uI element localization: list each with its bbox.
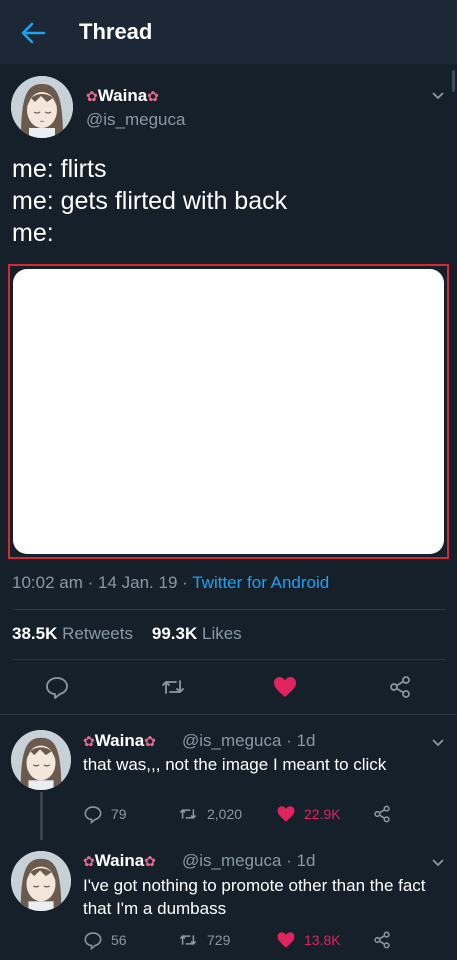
like-count: 13.8K bbox=[304, 932, 341, 948]
chevron-down-icon[interactable] bbox=[431, 88, 445, 100]
reply-icon[interactable] bbox=[83, 804, 103, 824]
like-count-value: 22.9K bbox=[304, 806, 341, 822]
reply-text: that was,,, not the image I meant to cli… bbox=[83, 755, 387, 774]
scrollbar[interactable] bbox=[452, 70, 455, 92]
avatar[interactable] bbox=[11, 76, 73, 138]
reply-name-text: Waina bbox=[94, 731, 145, 750]
tweet-meta: 10:02 am · 14 Jan. 19 · Twitter for Andr… bbox=[12, 573, 329, 593]
retweet-count: 2,020 bbox=[207, 806, 243, 822]
tweet-text-line: me: flirts bbox=[12, 155, 107, 183]
retweet-label: Retweets bbox=[62, 624, 133, 643]
flower-icon: ✿ bbox=[83, 853, 95, 869]
reply-name-text: Waina bbox=[94, 851, 145, 870]
retweet-icon[interactable] bbox=[178, 930, 198, 950]
display-name[interactable]: ✿Waina✿ bbox=[86, 86, 159, 106]
like-count: 22.9K bbox=[304, 806, 341, 822]
like-count-value: 13.8K bbox=[304, 932, 341, 948]
tweet-date: 14 Jan. 19 bbox=[98, 573, 178, 592]
tweet-text-line: me: bbox=[12, 219, 54, 247]
retweet-icon[interactable] bbox=[178, 804, 198, 824]
reply-count: 56 bbox=[111, 932, 127, 948]
share-icon[interactable] bbox=[372, 930, 392, 950]
flower-icon: ✿ bbox=[86, 88, 98, 104]
like-stat[interactable]: 99.3K Likes bbox=[152, 624, 242, 643]
tweet-time: 10:02 am bbox=[12, 573, 83, 592]
chevron-down-icon[interactable] bbox=[431, 735, 445, 747]
flower-icon: ✿ bbox=[144, 733, 156, 749]
divider bbox=[12, 609, 445, 610]
tweet-stats: 38.5K Retweets 99.3K Likes bbox=[12, 624, 242, 644]
meta-separator: · bbox=[182, 573, 193, 592]
retweet-count: 38.5K bbox=[12, 624, 58, 643]
flower-icon: ✿ bbox=[83, 733, 95, 749]
thread-connector bbox=[40, 792, 43, 840]
reply-display-name[interactable]: ✿Waina✿ bbox=[83, 851, 156, 871]
divider bbox=[0, 714, 457, 715]
heart-icon[interactable] bbox=[272, 674, 298, 700]
heart-icon[interactable] bbox=[276, 930, 296, 950]
reply-handle-text: @is_meguca bbox=[182, 851, 282, 870]
reply-count: 79 bbox=[111, 806, 127, 822]
reply-handle[interactable]: @is_meguca · 1d bbox=[182, 731, 316, 751]
flower-icon: ✿ bbox=[144, 853, 156, 869]
chevron-down-icon[interactable] bbox=[431, 855, 445, 867]
retweet-count: 729 bbox=[207, 932, 231, 948]
reply-icon[interactable] bbox=[83, 930, 103, 950]
reply-handle[interactable]: @is_meguca · 1d bbox=[182, 851, 316, 871]
reply-age: 1d bbox=[296, 731, 316, 750]
avatar[interactable] bbox=[11, 851, 71, 911]
divider bbox=[12, 659, 445, 660]
heart-icon[interactable] bbox=[276, 804, 296, 824]
meta-separator: · bbox=[87, 573, 99, 592]
flower-icon: ✿ bbox=[147, 88, 159, 104]
retweet-stat[interactable]: 38.5K Retweets bbox=[12, 624, 133, 643]
media-image bbox=[13, 269, 444, 554]
reply-icon[interactable] bbox=[44, 674, 70, 700]
page-title: Thread bbox=[79, 19, 153, 44]
back-arrow-icon[interactable] bbox=[18, 18, 48, 48]
user-handle[interactable]: @is_meguca bbox=[86, 110, 185, 130]
like-count: 99.3K bbox=[151, 624, 198, 643]
reply-handle-text: @is_meguca bbox=[182, 731, 282, 750]
share-icon[interactable] bbox=[387, 674, 413, 700]
tweet-media[interactable] bbox=[8, 264, 449, 559]
reply-text: I've got nothing to promote other than t… bbox=[83, 876, 426, 918]
retweet-icon[interactable] bbox=[160, 674, 186, 700]
avatar[interactable] bbox=[11, 730, 71, 790]
tweet-source-link[interactable]: Twitter for Android bbox=[192, 573, 329, 592]
top-bar: Thread bbox=[0, 0, 457, 64]
share-icon[interactable] bbox=[372, 804, 392, 824]
like-label: Likes bbox=[202, 624, 242, 643]
reply-age: 1d bbox=[296, 851, 316, 870]
tweet-text-line: me: gets flirted with back bbox=[12, 187, 288, 215]
reply-display-name[interactable]: ✿Waina✿ bbox=[83, 731, 156, 751]
display-name-text: Waina bbox=[97, 86, 148, 105]
